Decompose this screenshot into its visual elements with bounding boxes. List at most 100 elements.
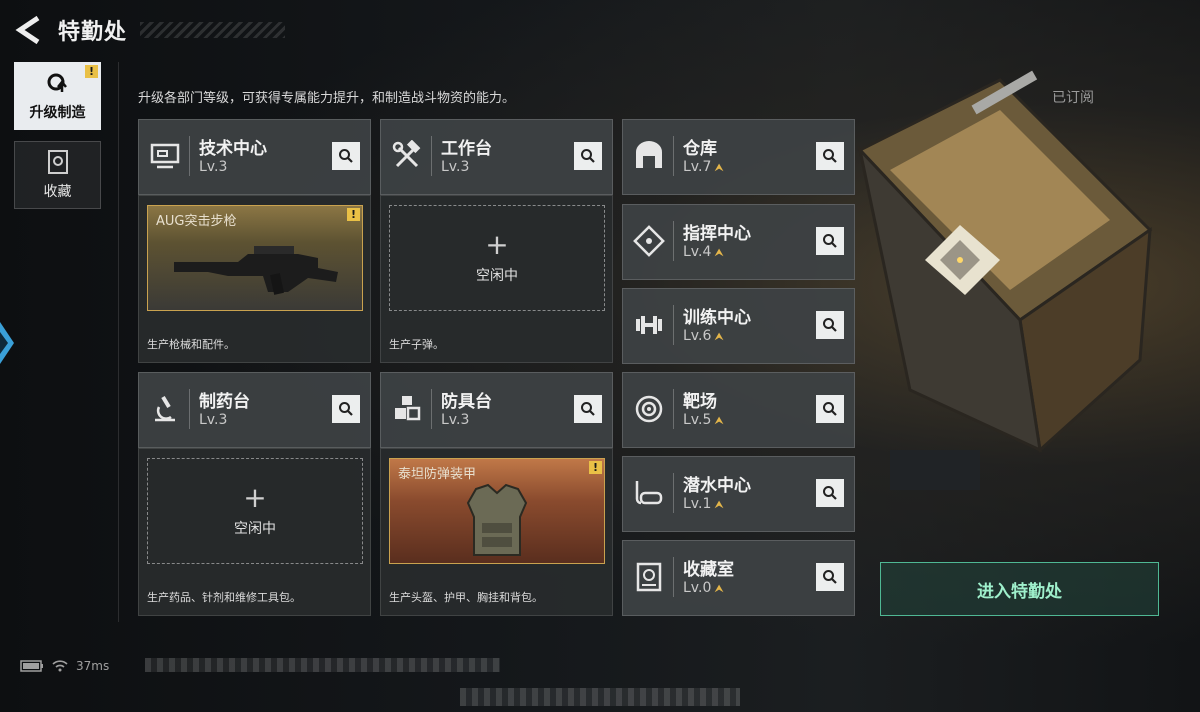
facility-name: 收藏室 (683, 560, 734, 580)
facility-command-center-card[interactable]: 指挥中心 Lv.4 ⮝ (622, 204, 855, 280)
crafting-slot[interactable]: 泰坦防弹装甲 ! (389, 458, 605, 564)
facility-level: Lv.3 (199, 412, 228, 428)
page-description: 升级各部门等级，可获得专属能力提升，和制造战斗物资的能力。 (138, 91, 516, 106)
upgrade-available-icon: ⮝ (714, 498, 724, 511)
page-title: 特勤处 (58, 20, 128, 45)
redacted-text (460, 688, 740, 706)
production-panel-armor-bench: 泰坦防弹装甲 ! 生产头盔、护甲、胸挂和背包。 (380, 448, 613, 616)
search-button[interactable] (816, 311, 844, 339)
facility-pharmacy-card[interactable]: 制药台 Lv.3 (138, 372, 371, 448)
upgrade-available-icon: ⮝ (714, 330, 724, 343)
diving-goggles-icon (635, 481, 663, 505)
crafting-item-name: 泰坦防弹装甲 (398, 467, 477, 482)
search-icon (339, 402, 353, 416)
production-panel-tech-center: AUG突击步枪 ! 生产枪械和配件。 (138, 195, 371, 363)
search-icon (581, 149, 595, 163)
production-caption: 生产药品、针剂和维修工具包。 (147, 591, 301, 604)
plus-icon: + (243, 481, 267, 514)
facility-level: Lv.3 (441, 412, 470, 428)
search-icon (823, 402, 837, 416)
production-caption: 生产子弹。 (389, 338, 444, 351)
upgrade-available-icon: ⮝ (714, 582, 724, 595)
facility-workbench-card[interactable]: 工作台 Lv.3 (380, 119, 613, 195)
search-icon (339, 149, 353, 163)
idle-label: 空闲中 (234, 521, 276, 537)
facility-name: 防具台 (441, 392, 492, 412)
search-icon (581, 402, 595, 416)
upgrade-gear-icon (47, 73, 67, 92)
production-panel-workbench: + 空闲中 生产子弹。 (380, 195, 613, 363)
upgrade-available-icon: ⮝ (714, 246, 724, 259)
crafting-slot-empty[interactable]: + 空闲中 (147, 458, 363, 564)
facility-level: Lv.4 ⮝ (683, 244, 724, 260)
search-icon (823, 234, 837, 248)
crafting-slot[interactable]: AUG突击步枪 ! (147, 205, 363, 311)
search-button[interactable] (574, 142, 602, 170)
search-button[interactable] (816, 142, 844, 170)
target-icon (635, 395, 663, 423)
microscope-icon (155, 395, 175, 422)
search-icon (823, 318, 837, 332)
facility-name: 靶场 (683, 392, 717, 412)
facility-name: 技术中心 (199, 139, 267, 159)
crafting-item-name: AUG突击步枪 (156, 214, 237, 229)
facility-armor-bench-card[interactable]: 防具台 Lv.3 (380, 372, 613, 448)
alert-badge: ! (85, 65, 98, 78)
facility-name: 指挥中心 (683, 224, 751, 244)
redacted-text (145, 658, 500, 672)
tab-collection[interactable]: 收藏 (14, 141, 101, 209)
armor-blocks-icon (395, 396, 421, 421)
monitor-icon (150, 143, 180, 169)
production-caption: 生产头盔、护甲、胸挂和背包。 (389, 591, 543, 604)
production-caption: 生产枪械和配件。 (147, 338, 235, 351)
facility-name: 工作台 (441, 139, 492, 159)
facility-name: 训练中心 (683, 308, 751, 328)
rifle-image (174, 246, 338, 295)
body-armor-image (466, 483, 528, 556)
alert-badge: ! (347, 208, 360, 221)
dumbbell-icon (636, 316, 662, 334)
tab-label: 收藏 (43, 184, 72, 200)
collection-box-icon (47, 150, 68, 174)
divider (118, 62, 119, 622)
wifi-icon (52, 660, 68, 672)
facility-name: 潜水中心 (683, 476, 751, 496)
facility-level: Lv.6 ⮝ (683, 328, 724, 344)
tab-upgrade-craft[interactable]: ! 升级制造 (14, 62, 101, 130)
crafting-slot-empty[interactable]: + 空闲中 (389, 205, 605, 311)
facility-level: Lv.7 ⮝ (683, 159, 724, 175)
facility-level: Lv.0 ⮝ (683, 580, 724, 596)
search-icon (823, 570, 837, 584)
idle-label: 空闲中 (476, 268, 518, 284)
facility-level: Lv.5 ⮝ (683, 412, 724, 428)
search-button[interactable] (816, 395, 844, 423)
search-button[interactable] (332, 395, 360, 423)
facility-level: Lv.3 (441, 159, 470, 175)
production-panel-pharmacy: + 空闲中 生产药品、针剂和维修工具包。 (138, 448, 371, 616)
facility-tech-center-card[interactable]: 技术中心 Lv.3 (138, 119, 371, 195)
search-button[interactable] (816, 227, 844, 255)
hammer-wrench-icon (392, 140, 421, 168)
upgrade-available-icon: ⮝ (714, 414, 724, 427)
search-icon (823, 149, 837, 163)
facility-training-center-card[interactable]: 训练中心 Lv.6 ⮝ (622, 288, 855, 364)
title-decoration (140, 22, 285, 38)
search-button[interactable] (816, 563, 844, 591)
back-arrow-icon[interactable] (12, 14, 46, 46)
search-button[interactable] (574, 395, 602, 423)
alert-badge: ! (589, 461, 602, 474)
enter-special-ops-button[interactable]: 进入特勤处 (880, 562, 1159, 616)
search-button[interactable] (816, 479, 844, 507)
warehouse-icon (636, 141, 662, 168)
search-button[interactable] (332, 142, 360, 170)
subscribed-label: 已订阅 (1052, 90, 1094, 106)
facility-level: Lv.1 ⮝ (683, 496, 724, 512)
facility-diving-center-card[interactable]: 潜水中心 Lv.1 ⮝ (622, 456, 855, 532)
side-drawer-handle-icon[interactable] (0, 322, 14, 364)
upgrade-available-icon: ⮝ (714, 161, 724, 174)
facility-warehouse-card[interactable]: 仓库 Lv.7 ⮝ (622, 119, 855, 195)
facility-collection-room-card[interactable]: 收藏室 Lv.0 ⮝ (622, 540, 855, 616)
cube-structure-background (857, 70, 1153, 490)
command-center-icon (633, 225, 665, 257)
facility-shooting-range-card[interactable]: 靶场 Lv.5 ⮝ (622, 372, 855, 448)
